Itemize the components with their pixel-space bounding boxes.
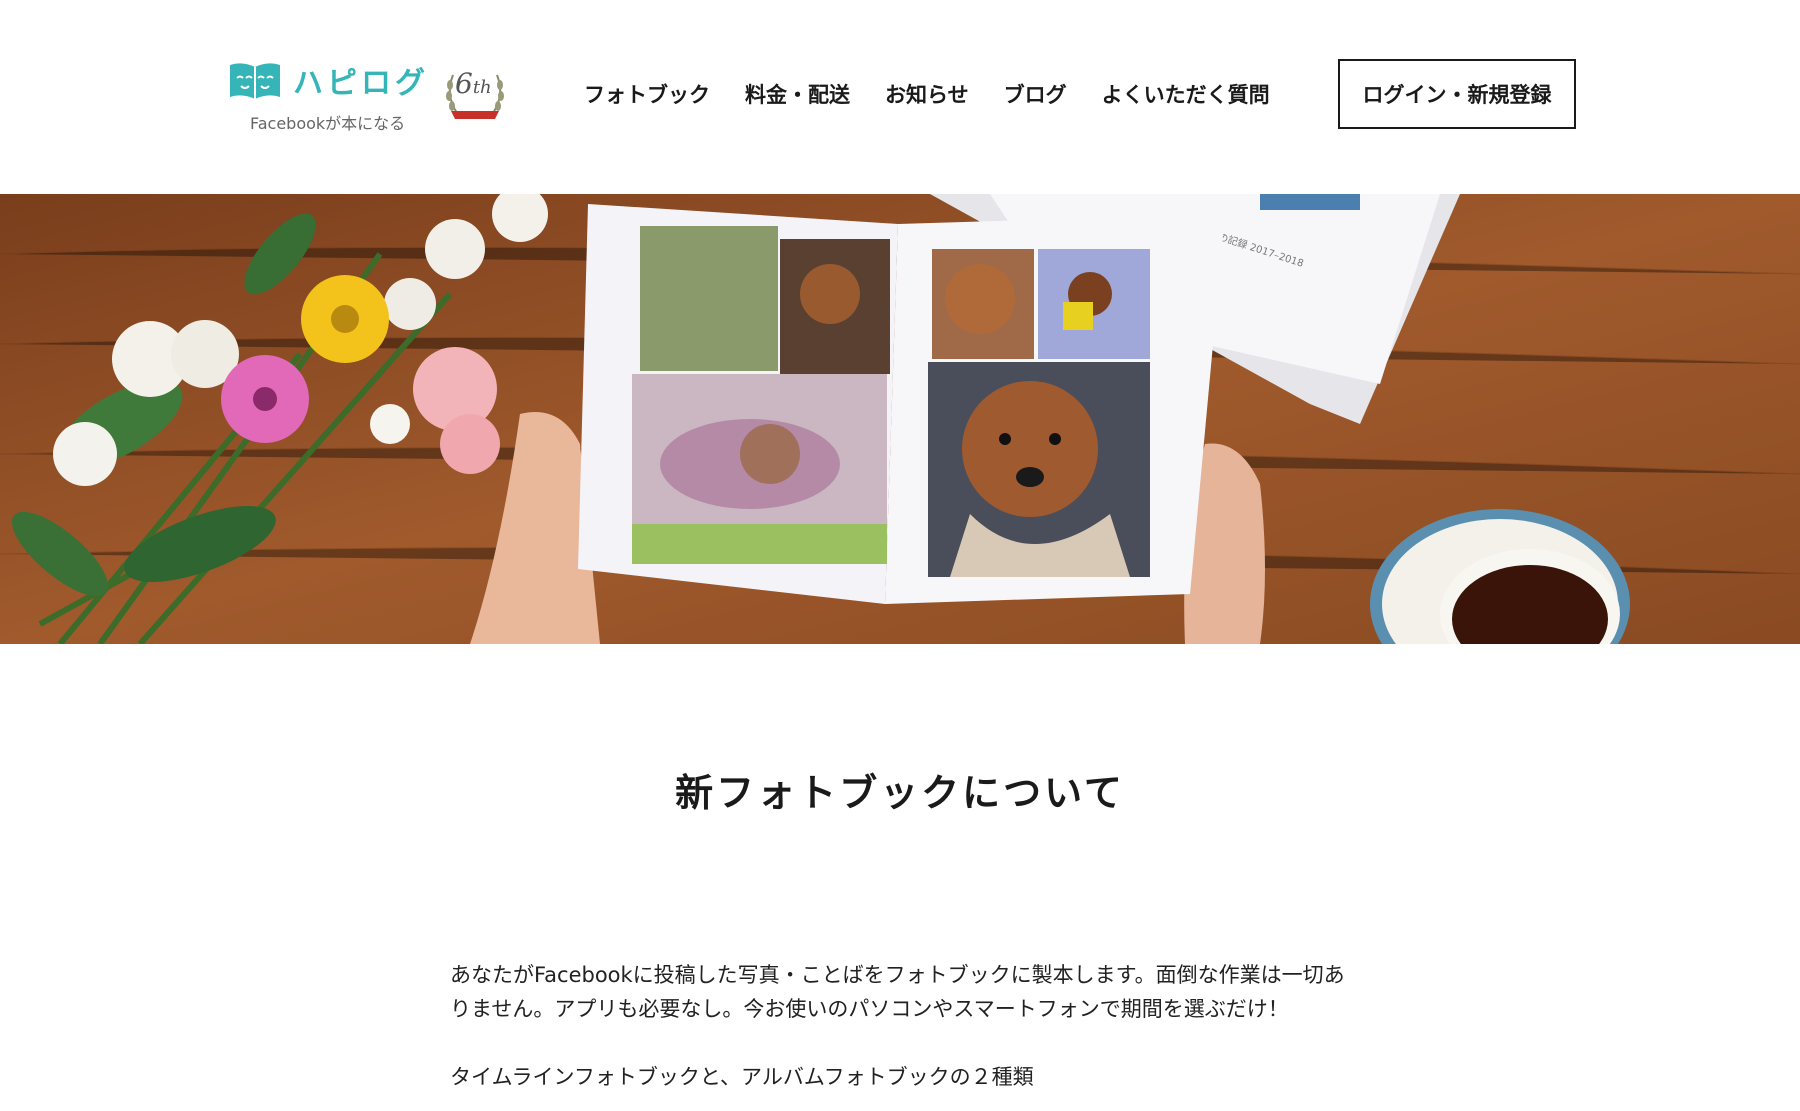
- main-nav: フォトブック 料金・配送 お知らせ ブログ よくいただく質問: [584, 78, 1270, 110]
- anniversary-number: 6: [455, 67, 473, 100]
- nav-item-photobook[interactable]: フォトブック: [584, 79, 710, 109]
- page-title: 新フォトブックについて: [675, 770, 1125, 815]
- hero-image: ハピログ家の記録 2017–2018: [0, 194, 1800, 644]
- nav-item-news[interactable]: お知らせ: [885, 79, 969, 109]
- book-smile-icon: [230, 63, 280, 99]
- intro-paragraph: あなたがFacebookに投稿した写真・ことばをフォトブックに製本します。面倒な…: [450, 963, 1345, 1021]
- nav-item-faq[interactable]: よくいただく質問: [1102, 79, 1270, 109]
- intro-text: あなたがFacebookに投稿した写真・ことばをフォトブックに製本します。面倒な…: [450, 958, 1350, 1111]
- nav-item-blog[interactable]: ブログ: [1004, 79, 1067, 109]
- anniversary-badge: 6th: [443, 65, 507, 127]
- site-header: ハピログ Facebookが本になる 6th フォトブック 料金・配送 お知らせ…: [0, 0, 1800, 194]
- open-photobook: [578, 204, 1225, 604]
- brand-tagline: Facebookが本になる: [250, 114, 406, 133]
- intro-paragraph: タイムラインフォトブックと、アルバムフォトブックの２種類: [450, 1065, 1034, 1089]
- hero-photo: ハピログ家の記録 2017–2018: [0, 194, 1800, 644]
- brand-name: ハピログ: [293, 66, 429, 101]
- login-signup-button[interactable]: ログイン・新規登録: [1338, 59, 1576, 129]
- anniversary-suffix: th: [472, 77, 492, 98]
- nav-item-pricing[interactable]: 料金・配送: [745, 79, 850, 109]
